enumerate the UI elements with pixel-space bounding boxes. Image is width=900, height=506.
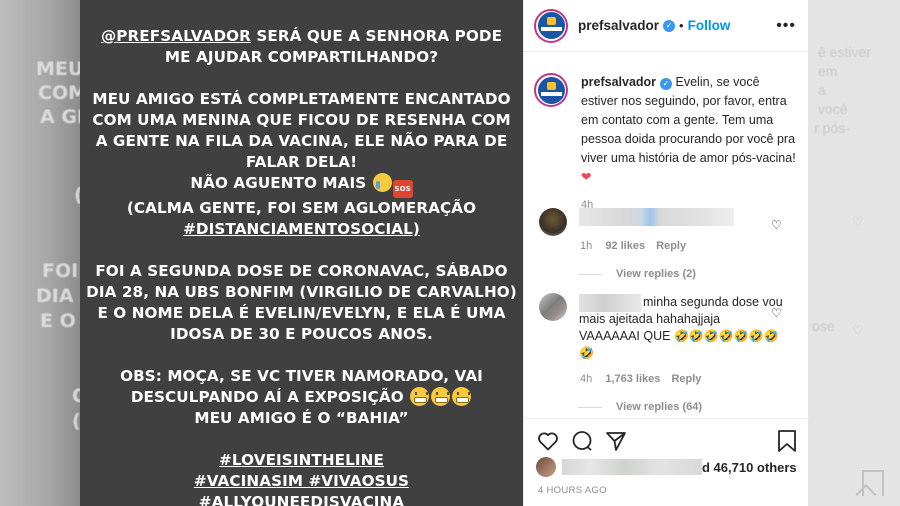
story-hashtag: #DISTANCIAMENTOSOCIAL) [183,220,420,238]
story-mention: @PREFSALVADOR [100,27,251,45]
prefsalvador-logo-icon [537,76,565,104]
blurred-liker-name [562,459,702,475]
header-username[interactable]: prefsalvador [578,18,659,33]
caption: prefsalvador ✓ Evelin, se você estiver no… [534,73,796,215]
reply-button[interactable]: Reply [671,373,701,385]
bookmark-icon[interactable] [776,429,798,453]
avatar [536,457,556,477]
bg-bookmark-icon [862,470,884,496]
post-actions: d 46,710 others 4 HOURS AGO [524,418,809,506]
bg-text-fragment: em [818,63,838,79]
grimace-emoji-icon [452,387,472,406]
post-panel: prefsalvador ✓ • Follow ••• prefsalvador… [523,0,809,506]
red-heart-emoji-icon: ❤ [581,170,592,184]
bg-text-fragment: MEU [36,58,80,80]
story-hashtag: #LOVEISINTHELINE [219,451,384,469]
grimace-emoji-icon [431,387,451,406]
comment-likes[interactable]: 92 likes [605,240,645,252]
background-left: MEU COM A GEN ( FOI DIA 2 E O O ( [0,0,80,506]
bg-heart-icon: ♡ [852,323,864,338]
more-options-icon[interactable]: ••• [776,17,796,35]
story-text: E O NOME DELA É EVELIN/EVELYN, E ELA É U… [97,304,506,322]
avatar[interactable] [539,293,567,321]
story-text: OBS: MOÇA, SE VC TIVER NAMORADO, VAI [120,367,483,385]
prefsalvador-logo-icon [537,12,565,39]
bg-text-fragment: ose [812,318,835,334]
bg-text-fragment: FOI [42,260,79,282]
share-icon[interactable] [604,429,628,453]
heart-outline-icon[interactable]: ♡ [771,306,782,320]
story-text: DIA 28, NA UBS BONFIM (VIRGILIO DE CARVA… [86,283,517,301]
crying-emoji-icon [372,173,392,192]
story-text: FOI A SEGUNDA DOSE DE CORONAVAC, SÁBADO [95,262,508,280]
story-text: ME AJUDAR COMPARTILHANDO? [164,48,439,66]
bg-text-fragment: DIA 2 [36,285,80,307]
story-text: DESCULPANDO AÍ A EXPOSIÇÃO [130,388,404,406]
story-text: SERÁ QUE A SENHORA PODE [250,27,503,45]
comment-likes[interactable]: 1,763 likes [605,373,660,385]
post-header: prefsalvador ✓ • Follow ••• [524,0,808,52]
story-text: IDOSA DE 30 E POUCOS ANOS. [170,325,433,343]
follow-button[interactable]: Follow [688,18,731,33]
bg-text-fragment: A GEN [40,106,80,128]
story-text: FALAR DELA! [245,153,358,171]
bg-text-fragment: COM [38,82,80,104]
comment-time: 1h [580,240,593,252]
verified-badge-icon: ✓ [663,19,676,32]
verified-badge-icon: ✓ [660,78,673,90]
avatar[interactable] [534,73,568,107]
bg-text-fragment: ( [72,410,80,432]
avatar[interactable] [534,8,568,43]
story-text: NÃO AGUENTO MAIS [190,174,367,192]
sos-emoji-icon: SOS [392,180,413,198]
heart-outline-icon[interactable]: ♡ [771,218,782,232]
bg-text-fragment: a [818,82,826,98]
bg-text-fragment: O [72,385,80,407]
avatar[interactable] [539,208,567,236]
story-text: A GENTE NA FILA DA VACINA, ELE NÃO PARA … [95,132,508,150]
bg-text-fragment: E O [40,310,76,332]
separator-dot: • [679,18,684,33]
story-text: MEU AMIGO ESTÁ COMPLETAMENTE ENCANTADO [92,90,511,108]
post-timestamp: 4 HOURS AGO [538,485,607,496]
like-heart-icon[interactable] [536,429,560,453]
bg-text-fragment: ê estiver [818,44,871,60]
story-text: MEU AMIGO É O “BAHIA” [194,409,409,427]
comments-list[interactable]: prefsalvador ✓ Evelin, se você estiver no… [524,53,809,418]
comment-time: 4h [580,373,593,385]
likes-summary[interactable]: d 46,710 others [536,457,797,477]
bg-heart-icon: ♡ [852,214,864,229]
bg-text-fragment: r pós- [814,120,850,136]
blurred-username [579,208,734,226]
view-replies-button[interactable]: View replies (64) [578,401,702,413]
grimace-emoji-icon [410,387,430,406]
story-text: (CALMA GENTE, FOI SEM AGLOMERAÇÃO [126,199,477,217]
story-hashtag: #ALLYOUNEEDISVACINA [198,493,405,506]
view-replies-button[interactable]: View replies (2) [578,268,696,280]
comment-icon[interactable] [570,429,594,453]
caption-username[interactable]: prefsalvador [581,75,656,89]
story-text: COM UMA MENINA QUE FICOU DE RESENHA COM [92,111,511,129]
background-right: ê estiver em a você r pós- ose ♡ ♡ [808,0,900,506]
bg-text-fragment: você [818,101,848,117]
story-image: @PREFSALVADOR SERÁ QUE A SENHORA PODE ME… [80,0,523,506]
likes-count[interactable]: d 46,710 others [702,460,797,475]
story-hashtag: #VACINASIM #VIVAOSUS [193,472,410,490]
reply-button[interactable]: Reply [656,240,686,252]
